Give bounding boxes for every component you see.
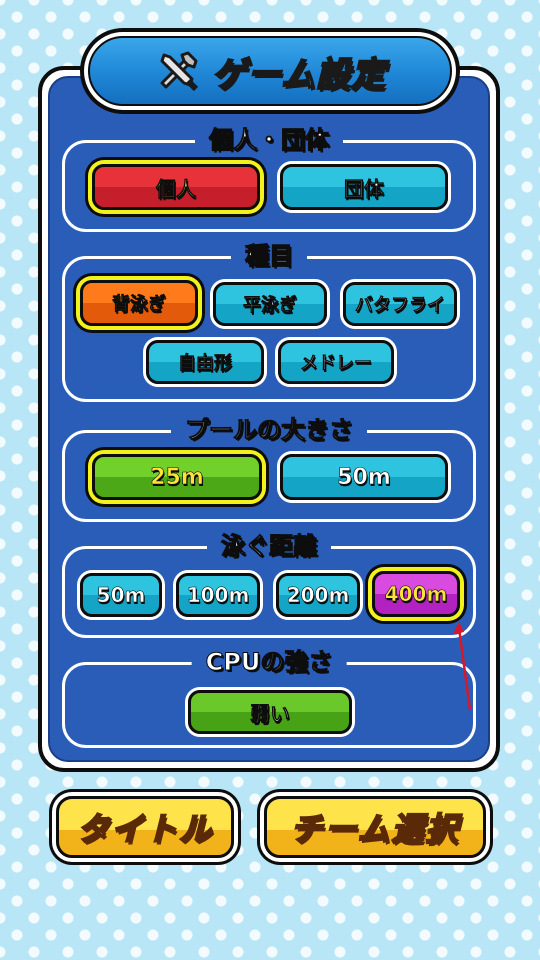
option-distance-200m[interactable]: 200m bbox=[276, 573, 360, 617]
option-distance-100m[interactable]: 100m bbox=[176, 573, 260, 617]
option-freestyle[interactable]: 自由形 bbox=[146, 340, 264, 384]
section-stroke: 種目 bbox=[62, 241, 476, 402]
option-backstroke[interactable]: 背泳ぎ bbox=[80, 280, 198, 326]
title-banner: ゲーム設定 bbox=[80, 28, 460, 114]
title-button[interactable]: タイトル bbox=[56, 796, 234, 858]
option-distance-400m[interactable]: 400m bbox=[372, 571, 460, 617]
annotation-arrow-icon bbox=[453, 622, 472, 711]
section-cpu-label: CPUの強さ bbox=[191, 647, 347, 677]
option-cpu-weak[interactable]: 弱い bbox=[188, 690, 352, 734]
section-pool-label: プールの大きさ bbox=[171, 415, 367, 445]
option-breaststroke[interactable]: 平泳ぎ bbox=[213, 282, 327, 326]
option-individual[interactable]: 個人 bbox=[92, 164, 260, 210]
section-mode-label: 個人・団体 bbox=[195, 125, 343, 155]
option-team[interactable]: 団体 bbox=[280, 164, 448, 210]
wrench-screwdriver-icon bbox=[160, 51, 199, 92]
option-distance-50m[interactable]: 50m bbox=[80, 573, 162, 617]
option-medley[interactable]: メドレー bbox=[278, 340, 394, 384]
option-pool-50m[interactable]: 50m bbox=[280, 454, 448, 500]
page-title: ゲーム設定 bbox=[211, 54, 386, 96]
team-select-button[interactable]: チーム選択 bbox=[264, 796, 486, 858]
section-stroke-label: 種目 bbox=[231, 241, 307, 271]
section-distance-label: 泳ぐ距離 bbox=[207, 531, 331, 561]
option-butterfly[interactable]: バタフライ bbox=[343, 282, 457, 326]
option-pool-25m[interactable]: 25m bbox=[92, 454, 262, 500]
